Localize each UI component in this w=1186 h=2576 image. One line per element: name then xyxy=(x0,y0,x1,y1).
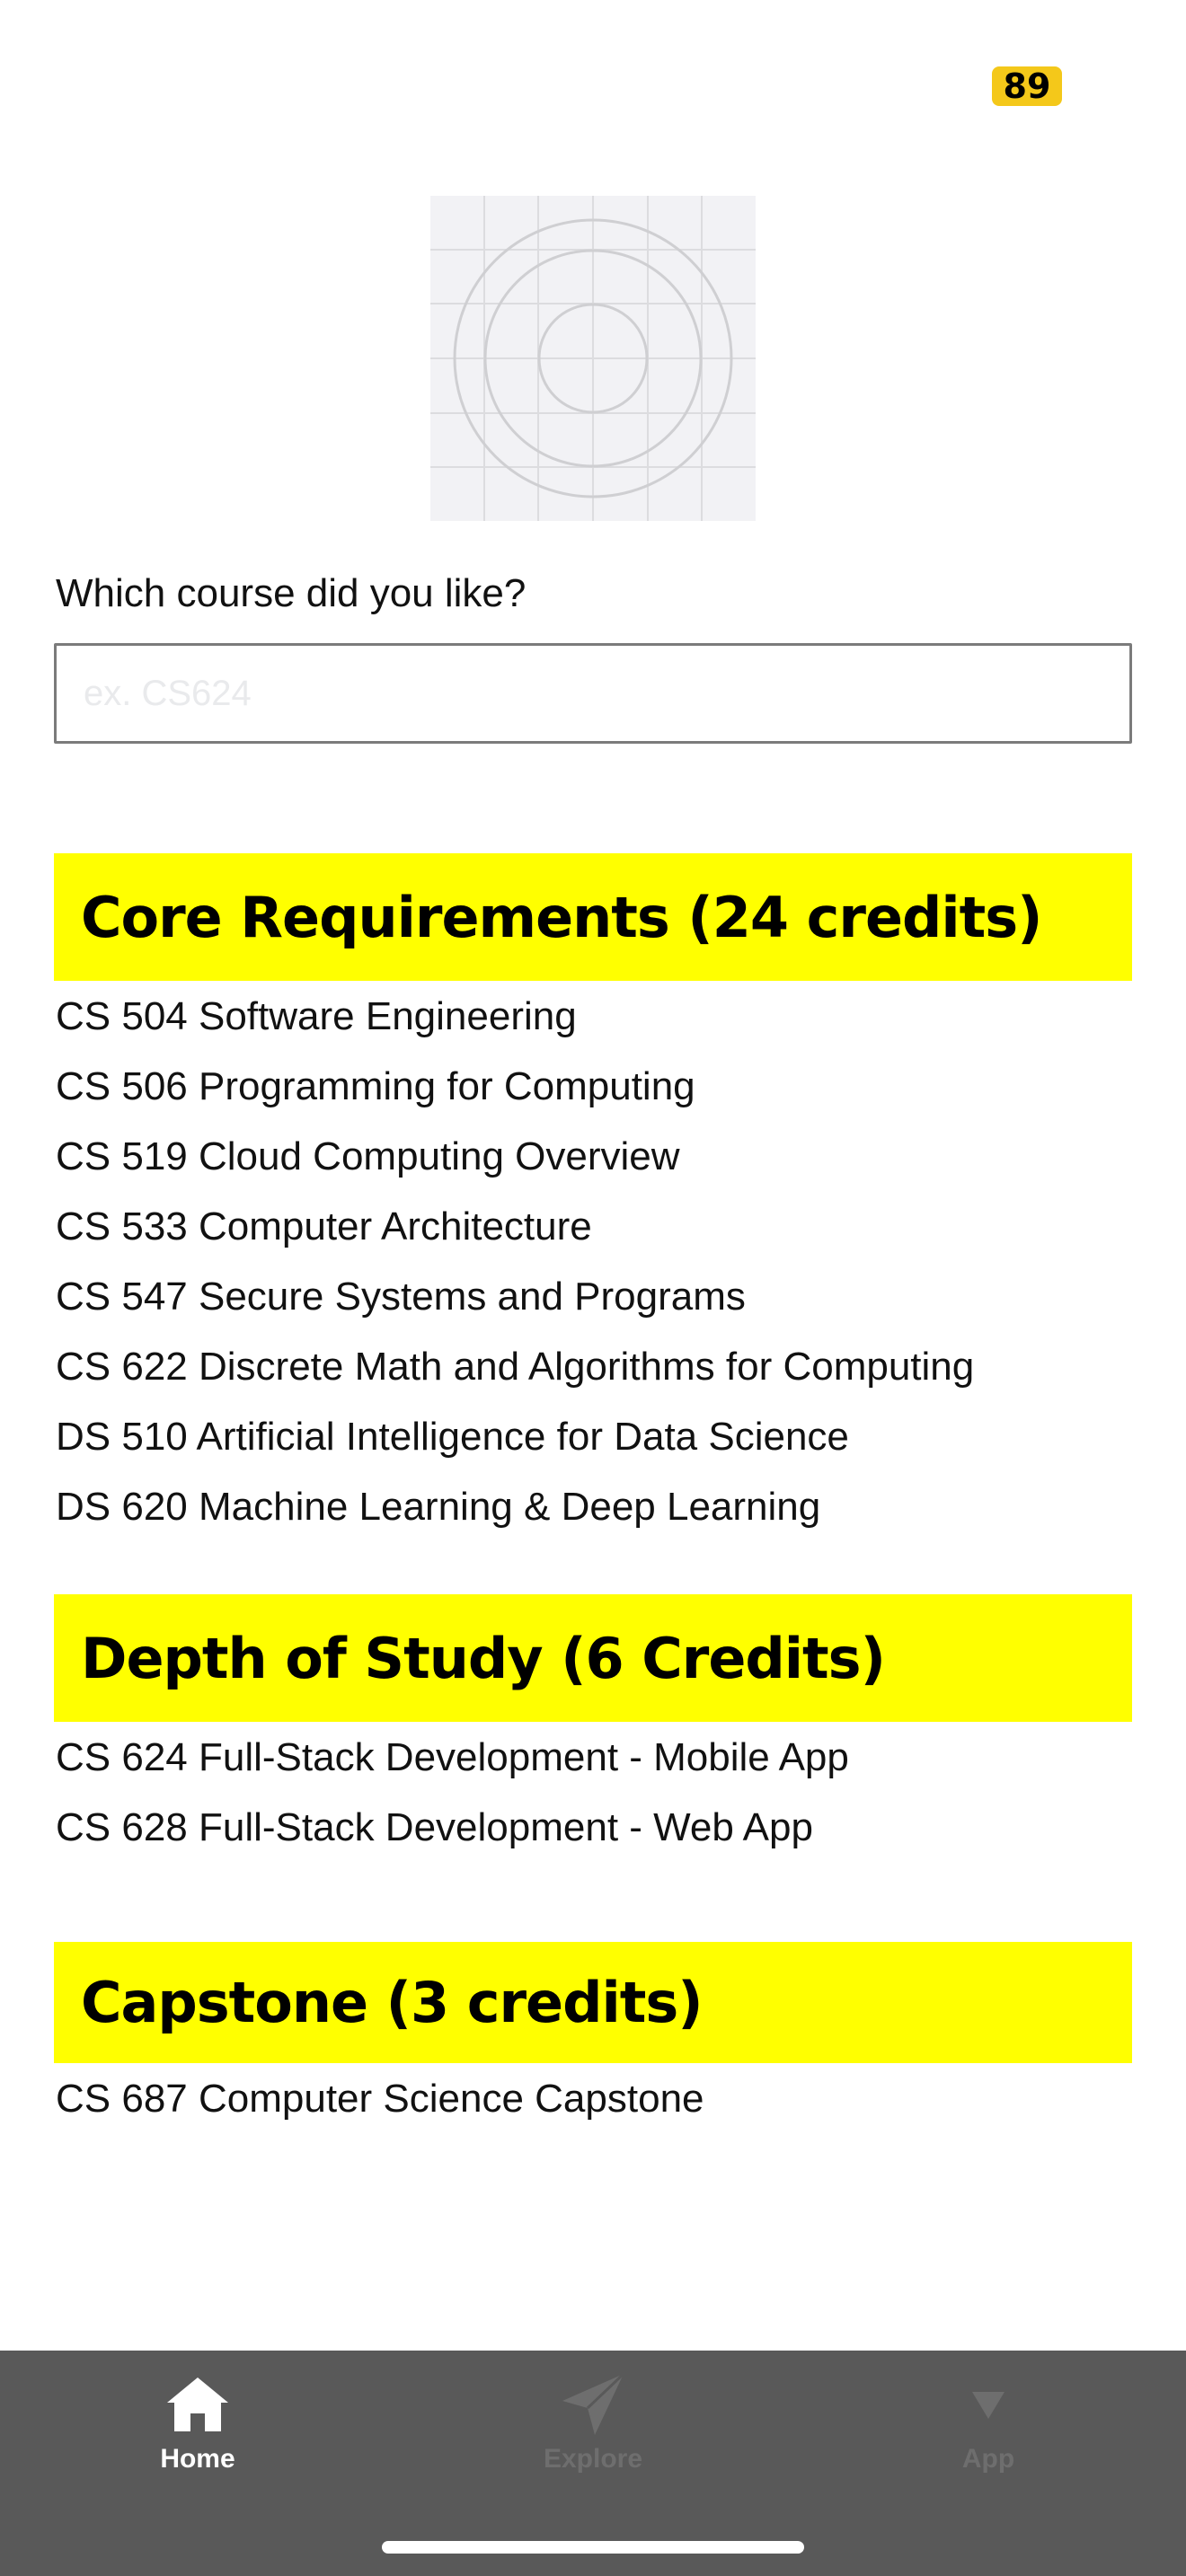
image-placeholder-icon xyxy=(430,196,756,521)
list-item: DS 620 Machine Learning & Deep Learning xyxy=(56,1485,821,1529)
section-header-capstone: Capstone (3 credits) xyxy=(54,1942,1132,2063)
depth-course-list: CS 624 Full-Stack Development - Mobile A… xyxy=(56,1723,849,1863)
tab-explore[interactable]: Explore xyxy=(485,2369,701,2475)
list-item: CS 687 Computer Science Capstone xyxy=(56,2077,704,2121)
list-item: CS 504 Software Engineering xyxy=(56,994,577,1038)
tab-home-label: Home xyxy=(160,2444,235,2474)
section-header-depth: Depth of Study (6 Credits) xyxy=(54,1594,1132,1722)
list-item: CS 506 Programming for Computing xyxy=(56,1064,695,1108)
list-item: CS 628 Full-Stack Development - Web App xyxy=(56,1805,813,1849)
home-indicator xyxy=(382,2541,804,2554)
tab-explore-label: Explore xyxy=(543,2444,643,2474)
tab-app[interactable]: App xyxy=(881,2369,1096,2475)
section-header-core: Core Requirements (24 credits) xyxy=(54,853,1132,981)
tab-app-label: App xyxy=(961,2444,1015,2474)
list-item: CS 519 Cloud Computing Overview xyxy=(56,1134,680,1178)
tab-home[interactable]: Home xyxy=(90,2369,305,2475)
list-item: CS 533 Computer Architecture xyxy=(56,1204,592,1248)
home-icon xyxy=(164,2369,232,2440)
capstone-course-list: CS 687 Computer Science Capstone xyxy=(56,2064,704,2134)
paper-plane-icon xyxy=(559,2369,627,2440)
list-item: CS 624 Full-Stack Development - Mobile A… xyxy=(56,1735,849,1779)
triangle-down-icon xyxy=(970,2369,1006,2440)
core-course-list: CS 504 Software Engineering CS 506 Progr… xyxy=(56,982,974,1542)
course-input[interactable] xyxy=(54,643,1132,744)
list-item: CS 622 Discrete Math and Algorithms for … xyxy=(56,1345,975,1389)
placeholder-image xyxy=(430,196,756,521)
list-item: CS 547 Secure Systems and Programs xyxy=(56,1275,746,1319)
course-screen: 89 Which course did you like? ex. CS624 … xyxy=(0,0,1186,2576)
list-item: DS 510 Artificial Intelligence for Data … xyxy=(56,1415,849,1459)
status-badge: 89 xyxy=(992,66,1062,106)
question-label: Which course did you like? xyxy=(56,571,527,615)
